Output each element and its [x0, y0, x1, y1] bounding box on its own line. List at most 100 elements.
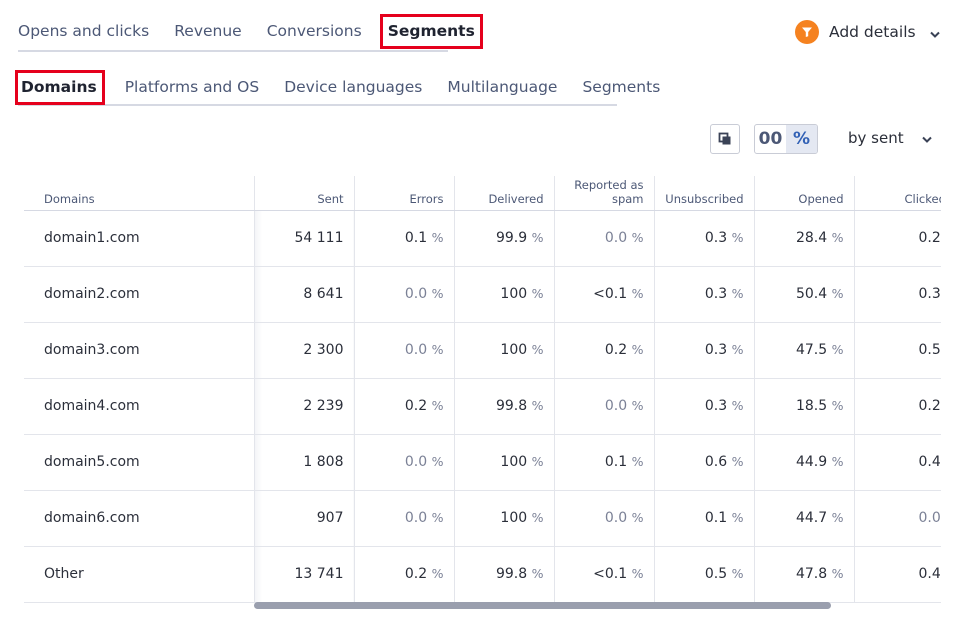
errors-value: 0.1 — [404, 230, 428, 246]
opened-cell: 44.7 % — [754, 490, 855, 547]
errors-cell: 0.1 % — [354, 210, 455, 267]
funnel-icon — [795, 20, 819, 44]
sort-label: by sent — [848, 128, 904, 147]
table-row: domain2.com 8 641 0.0 % 100 % <0.1 % 0.3 % 50.… — [24, 266, 941, 323]
table-row: domain5.com 1 808 0.0 % 100 % 0.1 % 0.6 % 44.9… — [24, 434, 941, 491]
toggle-absolute-numbers[interactable]: 00 — [755, 125, 786, 153]
opened-value: 28.4 — [795, 230, 828, 246]
percent-sign: % — [731, 230, 744, 245]
opened-value: 47.5 — [795, 342, 828, 358]
horizontal-scrollbar[interactable] — [254, 602, 831, 609]
sent-cell: 13 741 — [254, 546, 355, 603]
clicked-value: 0.4 — [918, 566, 941, 582]
opened-value: 44.9 — [795, 454, 828, 470]
spam-cell: 0.0 % — [554, 490, 655, 547]
clicked-value: 0.0 — [918, 510, 941, 526]
column-header-errors[interactable]: Errors — [354, 176, 455, 211]
percent-sign: % — [731, 342, 744, 357]
percent-sign: % — [531, 230, 544, 245]
column-header-reported-as-spam[interactable]: Reported as spam — [554, 176, 655, 211]
percent-sign: % — [631, 230, 644, 245]
errors-cell: 0.0 % — [354, 434, 455, 491]
tab-conversions[interactable]: Conversions — [267, 14, 362, 40]
table-row: domain4.com 2 239 0.2 % 99.8 % 0.0 % 0.3 % 18.… — [24, 378, 941, 435]
delivered-value: 100 — [500, 342, 528, 358]
percent-sign: % — [831, 566, 844, 581]
delivered-value: 100 — [500, 286, 528, 302]
domains-table: Domains Sent Errors Delivered Reported a… — [24, 176, 941, 614]
delivered-value: 100 — [500, 454, 528, 470]
delivered-value: 99.8 — [495, 566, 528, 582]
delivered-cell: 100 % — [454, 490, 555, 547]
delivered-cell: 99.8 % — [454, 546, 555, 603]
copy-button[interactable] — [710, 124, 740, 154]
clicked-value: 0.2 — [918, 398, 941, 414]
clicked-value: 0.2 — [918, 230, 941, 246]
column-header-unsubscribed[interactable]: Unsubscribed — [654, 176, 755, 211]
tab-opens-and-clicks[interactable]: Opens and clicks — [18, 14, 149, 40]
unsubscribed-cell: 0.3 % — [654, 210, 755, 267]
opened-cell: 44.9 % — [754, 434, 855, 491]
unsubscribed-value: 0.3 — [704, 230, 728, 246]
column-header-opened[interactable]: Opened — [754, 176, 855, 211]
sort-select[interactable]: by sent — [848, 128, 932, 147]
sent-cell: 54 111 — [254, 210, 355, 267]
opened-cell: 47.8 % — [754, 546, 855, 603]
percent-sign: % — [831, 230, 844, 245]
subtab-segments[interactable]: Segments — [582, 70, 660, 96]
errors-value: 0.0 — [404, 510, 428, 526]
column-header-delivered[interactable]: Delivered — [454, 176, 555, 211]
opened-value: 50.4 — [795, 286, 828, 302]
opened-cell: 18.5 % — [754, 378, 855, 435]
column-header-sent[interactable]: Sent — [254, 176, 355, 211]
errors-value: 0.0 — [404, 342, 428, 358]
errors-value: 0.0 — [404, 286, 428, 302]
percent-sign: % — [431, 510, 444, 525]
add-details-button[interactable]: Add details — [795, 20, 940, 44]
subtab-multilanguage[interactable]: Multilanguage — [447, 70, 557, 96]
percent-sign: % — [431, 398, 444, 413]
column-header-domains[interactable]: Domains — [24, 176, 255, 211]
percent-sign: % — [531, 398, 544, 413]
table-row: domain6.com 907 0.0 % 100 % 0.0 % 0.1 % 44.7 %… — [24, 490, 941, 547]
percent-sign: % — [531, 454, 544, 469]
sent-cell: 1 808 — [254, 434, 355, 491]
errors-cell: 0.0 % — [354, 322, 455, 379]
delivered-cell: 99.9 % — [454, 210, 555, 267]
spam-value: <0.1 — [593, 286, 628, 302]
delivered-cell: 100 % — [454, 266, 555, 323]
errors-cell: 0.0 % — [354, 490, 455, 547]
percent-sign: % — [831, 454, 844, 469]
clicked-value: 0.4 — [918, 454, 941, 470]
percent-sign: % — [631, 510, 644, 525]
percent-sign: % — [731, 510, 744, 525]
percent-sign: % — [831, 286, 844, 301]
spam-cell: 0.0 % — [554, 378, 655, 435]
percent-sign: % — [631, 286, 644, 301]
table-header-row: Domains Sent Errors Delivered Reported a… — [24, 176, 941, 211]
errors-value: 0.2 — [404, 566, 428, 582]
subtab-device-languages[interactable]: Device languages — [284, 70, 422, 96]
sent-cell: 8 641 — [254, 266, 355, 323]
domain-cell: domain5.com — [24, 434, 255, 491]
delivered-value: 99.9 — [495, 230, 528, 246]
percent-sign: % — [831, 510, 844, 525]
subtab-platforms-and-os[interactable]: Platforms and OS — [125, 70, 260, 96]
table-row: Other 13 741 0.2 % 99.8 % <0.1 % 0.5 % 47.8 % 0… — [24, 546, 941, 603]
tab-segments[interactable]: Segments — [379, 14, 483, 49]
report-tabs: Opens and clicks Revenue Conversions Seg… — [18, 14, 483, 52]
column-header-clicked[interactable]: Clicked — [854, 176, 941, 211]
spam-cell: 0.0 % — [554, 210, 655, 267]
clicked-cell: 0.0 % — [854, 490, 941, 547]
chevron-down-icon — [929, 23, 940, 42]
tab-revenue[interactable]: Revenue — [174, 14, 242, 40]
toggle-percent[interactable]: % — [786, 125, 817, 153]
percent-sign: % — [431, 342, 444, 357]
spam-cell: <0.1 % — [554, 266, 655, 323]
percent-sign: % — [831, 398, 844, 413]
opened-value: 47.8 — [795, 566, 828, 582]
subtab-domains[interactable]: Domains — [15, 70, 105, 105]
spam-value: 0.0 — [604, 398, 628, 414]
percent-sign: % — [831, 342, 844, 357]
add-details-label: Add details — [829, 23, 916, 41]
